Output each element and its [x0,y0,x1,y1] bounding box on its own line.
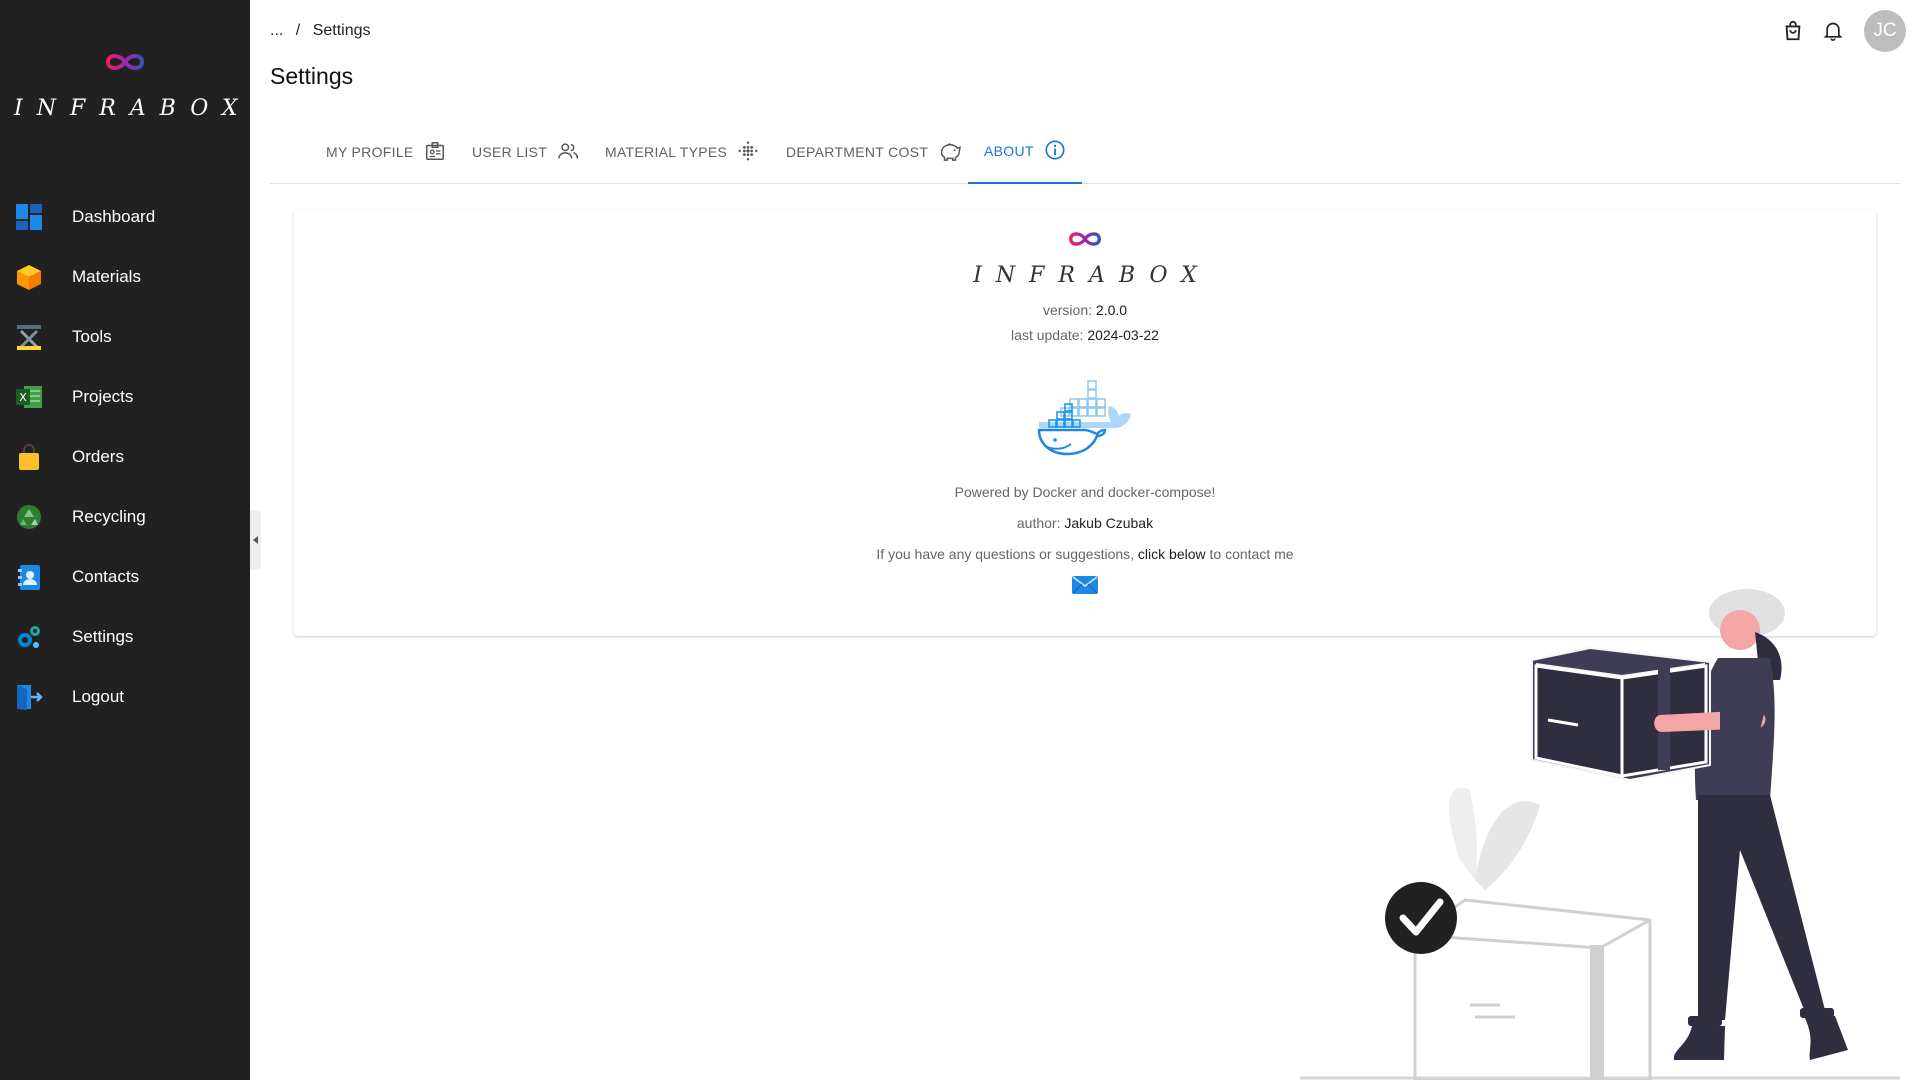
sidebar-item-tools[interactable]: Tools [0,307,250,367]
tab-user-list[interactable]: USER LIST [456,120,595,184]
contact-line: If you have any questions or suggestions… [294,546,1876,562]
sidebar-item-label: Contacts [72,567,140,586]
sidebar-item-label: Recycling [72,507,146,526]
tab-material-types[interactable]: MATERIAL TYPES [589,120,775,184]
sidebar-item-dashboard[interactable]: Dashboard [0,187,250,247]
tab-label: MY PROFILE [326,144,414,160]
breadcrumb: ... / Settings [270,22,379,40]
sidebar-collapse-button[interactable] [250,510,261,570]
sidebar-nav: Dashboard Materials Tools X Projects Ord… [0,187,250,727]
author-name: Jakub Czubak [1064,515,1154,531]
sidebar-item-label: Projects [72,387,134,406]
sidebar: INFRABOX Dashboard Materials Tools X Pro… [0,0,250,1080]
email-icon[interactable] [1072,576,1098,599]
avatar[interactable]: JC [1864,10,1906,52]
sidebar-item-label: Settings [72,627,134,646]
last-update-label: last update: [1011,327,1084,343]
tab-department-cost[interactable]: DEPARTMENT COST [770,120,978,184]
breadcrumb-current: Settings [312,22,371,39]
tab-label: USER LIST [472,144,548,160]
docker-logo-icon [294,378,1876,462]
sidebar-item-label: Orders [72,447,124,466]
settings-tabs: MY PROFILE USER LIST MATERIAL TYPES DEPA… [270,120,1900,184]
contact-book-icon [14,562,44,592]
breadcrumb-separator: / [295,22,301,39]
header-actions: JC [1780,10,1906,52]
contact-prefix: If you have any questions or suggestions… [876,546,1135,562]
sidebar-item-label: Logout [72,687,124,706]
sidebar-item-orders[interactable]: Orders [0,427,250,487]
sidebar-item-label: Tools [72,327,112,346]
contact-suffix: to contact me [1209,546,1294,562]
version-label: version: [1042,302,1092,318]
powered-by-text: Powered by Docker and docker-compose! [954,484,1216,500]
tab-label: ABOUT [984,143,1034,159]
shopping-bag-icon [14,442,44,472]
sidebar-item-recycling[interactable]: Recycling [0,487,250,547]
tab-label: DEPARTMENT COST [786,144,929,160]
tab-my-profile[interactable]: MY PROFILE [310,120,462,184]
page-title: Settings [270,63,354,89]
sidebar-item-materials[interactable]: Materials [0,247,250,307]
version-line: version: 2.0.0 [294,298,1876,323]
bell-icon[interactable] [1820,18,1846,44]
excel-icon: X [14,382,44,412]
id-card-icon [424,140,446,165]
contact-link[interactable]: click below [1138,546,1206,562]
about-card: INFRABOX version: 2.0.0 last update: 202… [294,210,1876,636]
dashboard-icon [14,202,44,232]
infinity-logo-icon [294,228,1876,255]
box-icon [14,262,44,292]
tab-label: MATERIAL TYPES [605,144,728,160]
author-line: author: Jakub Czubak [294,515,1876,531]
piggy-bank-icon [938,140,962,165]
gears-icon [14,622,44,652]
grid-dots-icon [737,140,759,165]
author-label: author: [1016,515,1061,531]
about-brand-name: INFRABOX [973,263,1211,288]
breadcrumb-ellipsis[interactable]: ... [270,22,283,39]
info-icon [1044,139,1066,164]
sidebar-item-settings[interactable]: Settings [0,607,250,667]
sidebar-item-projects[interactable]: X Projects [0,367,250,427]
tab-about[interactable]: ABOUT [968,120,1082,184]
sidebar-item-contacts[interactable]: Contacts [0,547,250,607]
tools-icon [14,322,44,352]
brand-name: INFRABOX [14,96,252,121]
infinity-logo-icon [100,50,150,79]
shopping-bag-icon[interactable] [1780,18,1806,44]
sidebar-item-label: Dashboard [72,207,156,226]
sidebar-item-label: Materials [72,267,141,286]
version-value: 2.0.0 [1095,302,1128,318]
last-update-line: last update: 2024-03-22 [294,323,1876,348]
last-update-value: 2024-03-22 [1087,327,1159,343]
recycle-icon [14,502,44,532]
svg-text:X: X [19,391,27,404]
logout-icon [14,682,44,712]
sidebar-item-logout[interactable]: Logout [0,667,250,727]
users-icon [557,140,579,165]
delivery-illustration [1300,580,1900,1080]
